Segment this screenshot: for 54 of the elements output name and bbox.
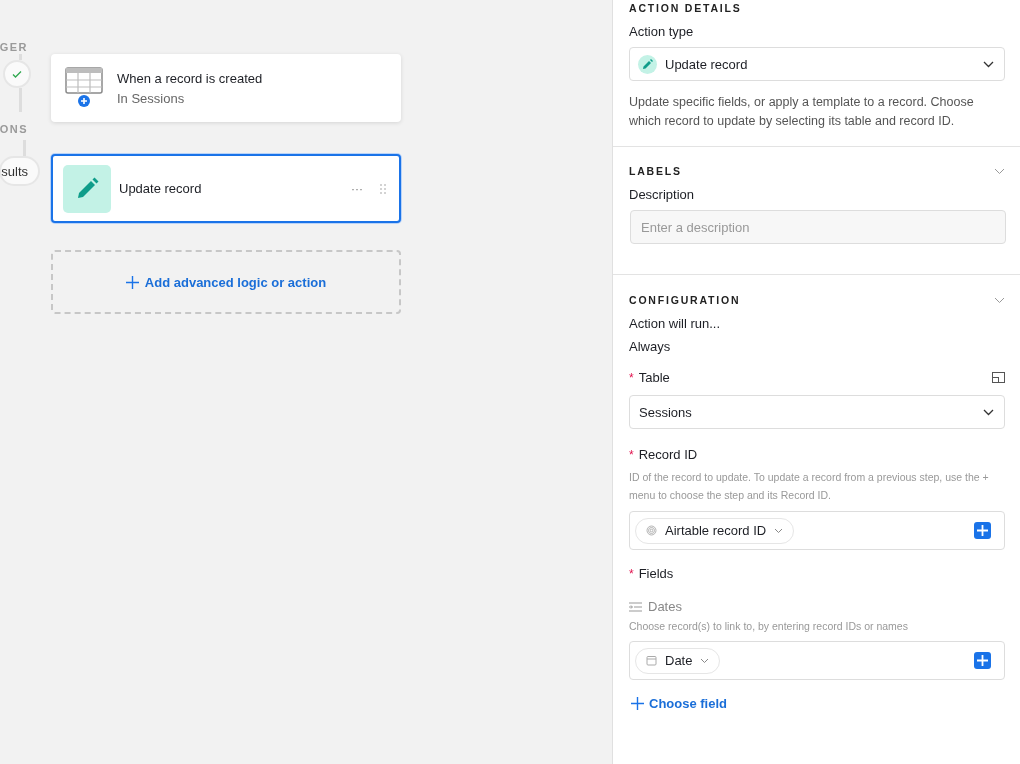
section-title: LABELS <box>629 165 682 177</box>
pencil-tile-icon <box>63 164 111 213</box>
section-label: GER <box>0 40 28 54</box>
field-label: Description <box>629 187 696 202</box>
section-title: CONFIGURATION <box>629 294 741 306</box>
field-label: Action type <box>629 24 695 39</box>
required-mark: * <box>629 566 634 581</box>
results-button[interactable]: sults <box>0 156 40 186</box>
check-icon <box>11 68 23 80</box>
help-text: Choose record(s) to link to, by entering record IDs or names <box>629 619 909 634</box>
plus-icon <box>631 697 644 710</box>
field-label: Fields <box>638 566 674 581</box>
record-id-token[interactable]: Airtable record ID <box>635 517 795 544</box>
action-description: Update specific fields, or apply a template to a record. Choose which record to update by selecting its table and record ID. <box>629 94 975 130</box>
action-type-dropdown[interactable]: Update record <box>629 47 1005 81</box>
chevron-down-icon <box>700 657 710 664</box>
chevron-down-icon <box>983 408 994 416</box>
action-card[interactable]: Update record ··· <box>51 154 401 223</box>
plus-icon <box>125 275 139 289</box>
chevron-down-icon <box>774 527 784 534</box>
description-input[interactable]: Enter a description <box>630 210 1006 244</box>
trigger-card[interactable]: When a record is created In Sessions <box>51 54 401 122</box>
record-id-input[interactable]: Airtable record ID <box>629 511 1005 550</box>
table-add-icon <box>65 67 103 109</box>
window-icon[interactable] <box>992 372 1005 383</box>
drag-handle-icon[interactable] <box>379 182 387 195</box>
add-logic-button[interactable]: Add advanced logic or action <box>51 250 401 314</box>
choose-field-link[interactable]: Choose field <box>629 696 727 711</box>
pencil-icon <box>638 54 657 74</box>
chevron-down-icon <box>983 60 994 68</box>
trigger-title: When a record is created <box>117 70 263 86</box>
action-title: Update record <box>119 181 203 196</box>
add-icon[interactable] <box>974 652 991 669</box>
required-mark: * <box>629 447 634 462</box>
run-condition: Always <box>629 339 672 354</box>
chevron-icon[interactable] <box>994 296 1005 304</box>
table-dropdown[interactable]: Sessions <box>629 395 1005 429</box>
help-text: ID of the record to update. To update a record from a previous step, use the + menu to choose the step and its Record ID. <box>629 470 990 503</box>
add-icon[interactable] <box>974 522 991 539</box>
chevron-icon[interactable] <box>994 167 1005 175</box>
field-label: Record ID <box>638 447 698 462</box>
trigger-subtitle: In Sessions <box>117 90 186 106</box>
linked-field-icon <box>629 601 642 612</box>
dates-input[interactable]: Date <box>629 641 1005 680</box>
date-token[interactable]: Date <box>635 647 721 674</box>
section-title: ACTION DETAILS <box>629 2 743 14</box>
fingerprint-icon <box>646 525 657 536</box>
field-name: Dates <box>648 599 682 614</box>
calendar-icon <box>646 655 657 666</box>
field-label: Table <box>638 370 671 385</box>
required-mark: * <box>629 370 634 385</box>
more-button[interactable]: ··· <box>343 181 371 196</box>
section-label: ONS <box>0 122 28 136</box>
field-label: Action will run... <box>629 316 722 331</box>
